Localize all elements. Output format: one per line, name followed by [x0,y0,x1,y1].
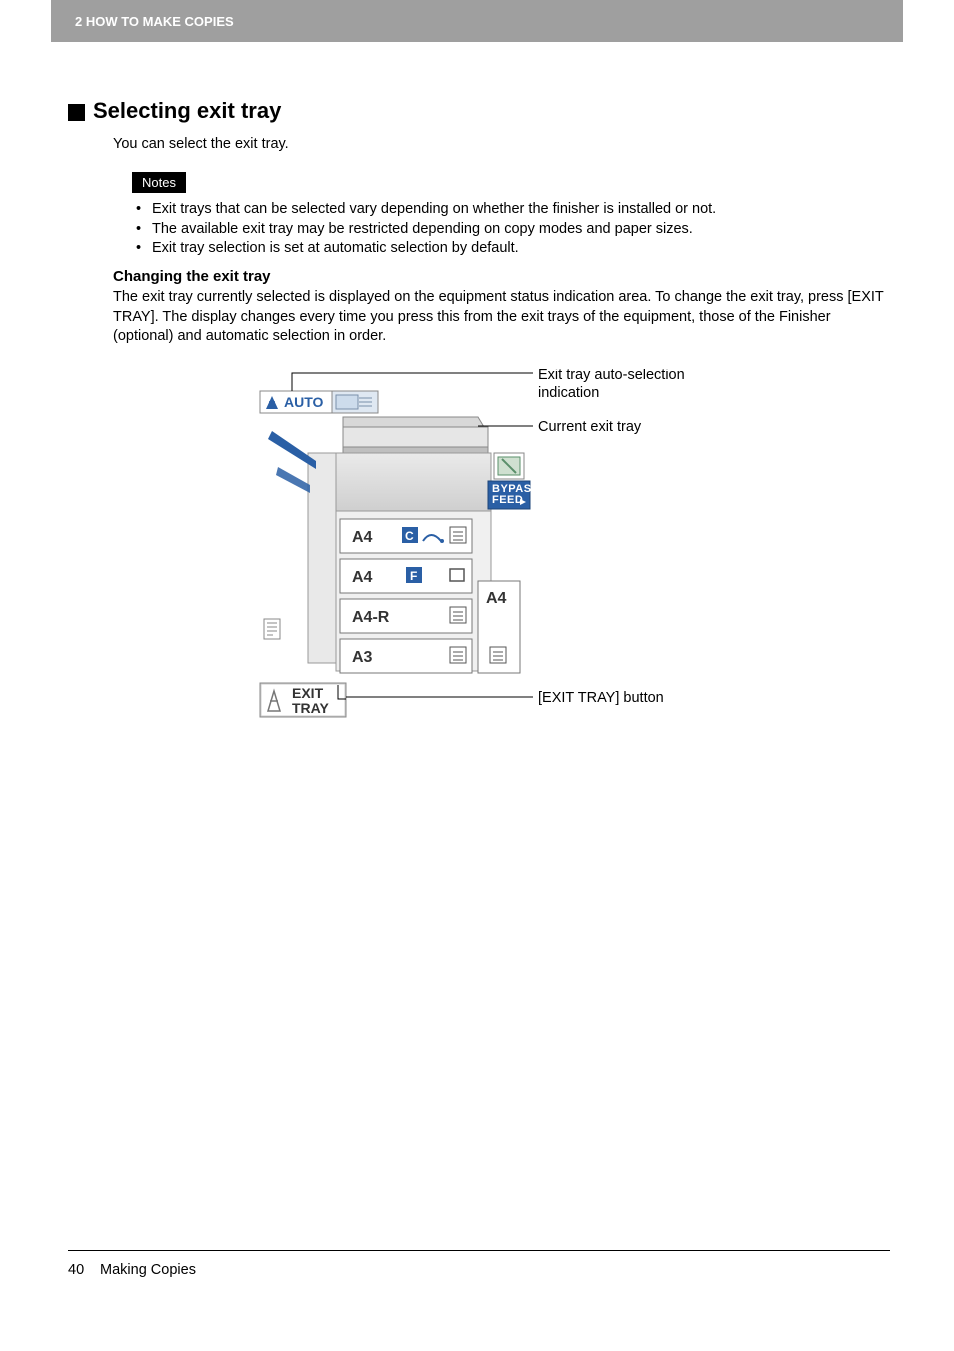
note-item: •Exit trays that can be selected vary de… [132,200,890,220]
svg-text:C: C [405,529,414,543]
heading-square-icon [68,104,85,121]
subsection-title: Changing the exit tray [113,268,271,285]
tray-row: A4-R [340,599,472,633]
svg-text:EXIT: EXIT [292,685,324,701]
side-tray: A4 [478,581,520,673]
svg-text:FEED: FEED [492,494,523,506]
footer: 40 Making Copies [68,1262,196,1278]
note-item: •The available exit tray may be restrict… [132,220,890,240]
callout-current: Current exit tray [538,419,642,435]
svg-text:A4: A4 [352,529,373,546]
auto-indicator: AUTO [260,391,378,413]
chapter-title: 2 HOW TO MAKE COPIES [75,14,234,29]
section-title: Selecting exit tray [93,98,281,124]
document-icon [264,619,280,639]
section-intro: You can select the exit tray. [113,136,289,152]
exit-tray-button[interactable]: EXIT TRAY [260,683,346,717]
callout-auto: Exit tray auto-selection [538,369,685,383]
svg-text:A4: A4 [352,569,373,586]
callout-auto-2: indication [538,385,599,401]
svg-text:AUTO: AUTO [284,394,324,410]
footer-title: Making Copies [100,1262,196,1278]
svg-text:A4-R: A4-R [352,609,390,626]
footer-rule [68,1250,890,1251]
chapter-header: 2 HOW TO MAKE COPIES [51,0,903,42]
section-heading: Selecting exit tray [68,98,281,124]
notes-list: •Exit trays that can be selected vary de… [132,200,890,259]
svg-text:TRAY: TRAY [292,700,329,716]
subsection-body: The exit tray currently selected is disp… [113,288,893,347]
diagram: AUTO [258,369,698,734]
bypass-feed-button[interactable]: BYPASS FEED [488,453,539,509]
note-item: •Exit tray selection is set at automatic… [132,239,890,259]
callout-exit-button: [EXIT TRAY] button [538,690,664,706]
svg-text:A4: A4 [486,590,507,607]
svg-text:F: F [410,569,417,583]
tray-row: A4 C [340,519,472,553]
page-number: 40 [68,1262,96,1278]
tray-row: A3 [340,639,472,673]
svg-text:A3: A3 [352,649,373,666]
notes-label: Notes [132,172,186,193]
tray-row: A4 F [340,559,472,593]
